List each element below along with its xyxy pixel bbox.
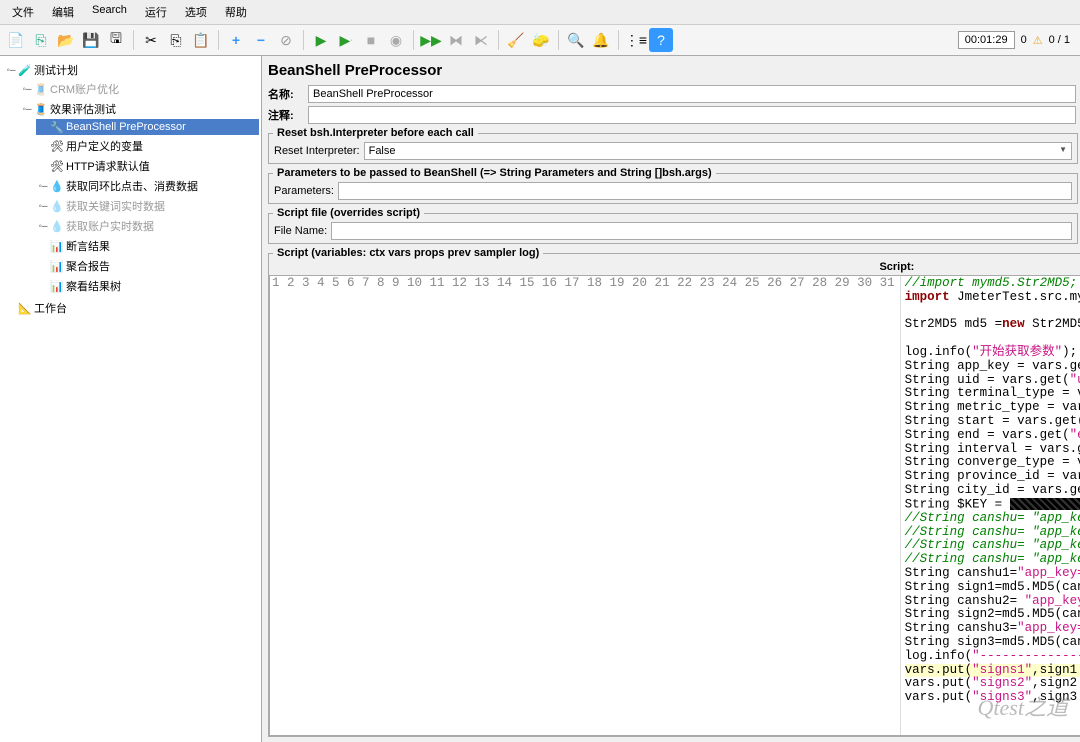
fieldset-script-file: Script file (overrides script) File Name… [268,207,1078,244]
save-icon[interactable]: 💾 [79,28,103,52]
warning-icon[interactable]: ⚠ [1033,34,1043,47]
search-icon[interactable]: 🔍 [564,28,588,52]
file-name-input[interactable] [331,222,1072,240]
comment-label: 注释: [268,107,308,123]
reset-label: Reset Interpreter: [274,145,360,157]
tree-thread-crm[interactable]: ◦‒🧵CRM账户优化 [20,80,259,98]
copy-icon[interactable]: ⎘ [164,28,188,52]
content-pane: BeanShell PreProcessor 名称: 注释: Reset bsh… [262,56,1080,742]
timer-display: 00:01:29 [958,31,1015,49]
tree-workbench[interactable]: 📐工作台 [4,299,259,317]
tree-test-plan[interactable]: ◦‒🧪测试计划 [4,61,259,79]
tree-user-vars[interactable]: 🛠用户定义的变量 [36,137,259,155]
code-container: 1 2 3 4 5 6 7 8 9 10 11 12 13 14 15 16 1… [269,275,1080,736]
tree-thread-effect[interactable]: ◦‒🧵效果评估测试 [20,100,259,118]
run-no-timers-icon[interactable]: ▶· [334,28,358,52]
stop-icon[interactable]: ■ [359,28,383,52]
tree-sampler-account[interactable]: ◦‒💧获取账户实时数据 [36,217,259,235]
clear-icon[interactable]: 🧹 [504,28,528,52]
function-helper-icon[interactable]: ⋮≡ [624,28,648,52]
paste-icon[interactable]: 📋 [189,28,213,52]
save-as-icon[interactable]: 🖫 [104,28,128,52]
menu-file[interactable]: 文件 [4,2,42,22]
name-label: 名称: [268,86,308,102]
templates-icon[interactable]: ⎘ [29,28,53,52]
script-textarea[interactable]: //import mymd5.Str2MD5; import JmeterTes… [901,276,1080,735]
remove-icon[interactable]: − [249,28,273,52]
fieldset-parameters: Parameters to be passed to BeanShell (=>… [268,167,1078,204]
fieldset-script: Script (variables: ctx vars props prev s… [268,247,1080,737]
clear-all-icon[interactable]: 🧽 [529,28,553,52]
menu-help[interactable]: 帮助 [217,2,255,22]
file-name-label: File Name: [274,225,327,237]
remote-shutdown-icon[interactable]: ⧔ [469,28,493,52]
new-icon[interactable]: 📄 [4,28,28,52]
script-header: Script: [269,259,1080,275]
line-gutter: 1 2 3 4 5 6 7 8 9 10 11 12 13 14 15 16 1… [270,276,901,735]
tree-http-defaults[interactable]: 🛠HTTP请求默认值 [36,157,259,175]
toolbar: 📄 ⎘ 📂 💾 🖫 ✂ ⎘ 📋 + − ⊘ ▶ ▶· ■ ◉ ▶▶ ⧓ ⧔ 🧹 … [0,25,1080,56]
menu-options[interactable]: 选项 [177,2,215,22]
tree-sampler-keyword[interactable]: ◦‒💧获取关键词实时数据 [36,197,259,215]
fieldset-reset: Reset bsh.Interpreter before each call R… [268,127,1078,164]
tree-pane[interactable]: ◦‒🧪测试计划 ◦‒🧵CRM账户优化 ◦‒🧵效果评估测试 🔧BeanShell … [0,56,262,742]
tree-assertion-results[interactable]: 📊断言结果 [36,237,259,255]
active-threads-b: 0 / 1 [1049,34,1070,46]
remote-start-icon[interactable]: ▶▶ [419,28,443,52]
tree-sampler-ring[interactable]: ◦‒💧获取同环比点击、消费数据 [36,177,259,195]
panel-title: BeanShell PreProcessor [268,62,1078,79]
cut-icon[interactable]: ✂ [139,28,163,52]
name-input[interactable] [308,85,1076,103]
add-icon[interactable]: + [224,28,248,52]
reset-interpreter-combo[interactable]: False [364,142,1072,160]
remote-stop-icon[interactable]: ⧓ [444,28,468,52]
tree-beanshell-preprocessor[interactable]: 🔧BeanShell PreProcessor [36,119,259,135]
run-icon[interactable]: ▶ [309,28,333,52]
menu-edit[interactable]: 编辑 [44,2,82,22]
tree-view-results-tree[interactable]: 📊察看结果树 [36,277,259,295]
help-icon[interactable]: ? [649,28,673,52]
parameters-input[interactable] [338,182,1072,200]
disable-icon[interactable]: ⊘ [274,28,298,52]
menu-run[interactable]: 运行 [137,2,175,22]
menu-search[interactable]: Search [84,2,135,22]
active-threads-a: 0 [1021,34,1027,46]
open-icon[interactable]: 📂 [54,28,78,52]
reset-search-icon[interactable]: 🔔 [589,28,613,52]
tree-aggregate-report[interactable]: 📊聚合报告 [36,257,259,275]
menu-bar: 文件 编辑 Search 运行 选项 帮助 [0,0,1080,25]
comment-input[interactable] [308,106,1076,124]
shutdown-icon[interactable]: ◉ [384,28,408,52]
parameters-label: Parameters: [274,185,334,197]
